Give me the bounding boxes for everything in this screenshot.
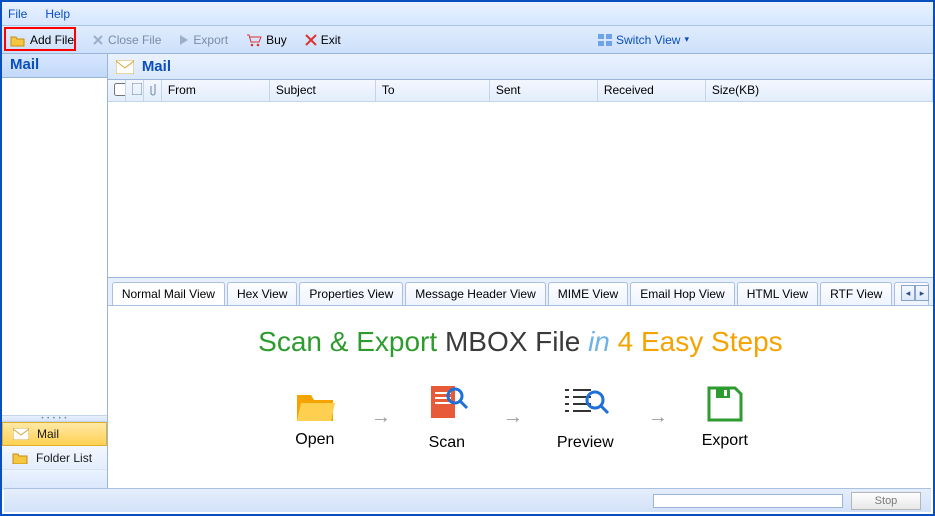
tab-rtf[interactable]: RTF View bbox=[820, 282, 892, 305]
sidebar-title: Mail bbox=[2, 54, 107, 78]
stop-button[interactable]: Stop bbox=[851, 492, 921, 510]
tab-scroll: ◂ ▸ bbox=[901, 285, 929, 301]
tab-normal-mail[interactable]: Normal Mail View bbox=[112, 282, 225, 305]
document-search-icon bbox=[425, 382, 469, 426]
grid-icon bbox=[598, 34, 612, 46]
column-received[interactable]: Received bbox=[598, 80, 706, 101]
column-to[interactable]: To bbox=[376, 80, 490, 101]
folder-open-icon bbox=[293, 385, 337, 423]
progress-bar bbox=[653, 494, 843, 508]
menubar: File Help bbox=[2, 2, 933, 26]
column-checkbox[interactable] bbox=[108, 80, 126, 101]
page-icon bbox=[132, 83, 142, 95]
splitter-handle[interactable]: • • • • • bbox=[2, 415, 107, 422]
list-search-icon bbox=[561, 382, 609, 426]
exit-button[interactable]: Exit bbox=[301, 31, 345, 49]
attachment-icon bbox=[150, 83, 160, 97]
sidebar: Mail • • • • • Mail Folder List bbox=[2, 54, 108, 490]
content: Mail • • • • • Mail Folder List Mail Fro… bbox=[2, 54, 933, 490]
sidebar-tree bbox=[2, 78, 107, 415]
sidebar-item-mail[interactable]: Mail bbox=[2, 422, 107, 446]
column-from[interactable]: From bbox=[162, 80, 270, 101]
column-attachment[interactable] bbox=[144, 80, 162, 101]
tab-mime[interactable]: MIME View bbox=[548, 282, 628, 305]
column-header-row: From Subject To Sent Received Size(KB) bbox=[108, 80, 933, 102]
column-size[interactable]: Size(KB) bbox=[706, 80, 933, 101]
buy-button[interactable]: Buy bbox=[242, 31, 291, 49]
step-preview: Preview bbox=[557, 382, 614, 452]
arrow-icon: → bbox=[648, 406, 668, 429]
menu-help[interactable]: Help bbox=[45, 7, 70, 21]
column-flag[interactable] bbox=[126, 80, 144, 101]
close-file-button[interactable]: Close File bbox=[88, 31, 165, 49]
chevron-down-icon: ▾ bbox=[684, 34, 689, 45]
main-panel: Mail From Subject To Sent Received Size(… bbox=[108, 54, 933, 490]
view-tabs: Normal Mail View Hex View Properties Vie… bbox=[108, 277, 933, 305]
tab-html[interactable]: HTML View bbox=[737, 282, 818, 305]
folder-icon bbox=[12, 451, 28, 464]
column-sent[interactable]: Sent bbox=[490, 80, 598, 101]
status-bar: Stop bbox=[4, 488, 931, 512]
tab-properties[interactable]: Properties View bbox=[299, 282, 403, 305]
mail-icon bbox=[13, 428, 29, 440]
step-open: Open bbox=[293, 385, 337, 449]
mail-list bbox=[108, 102, 933, 277]
promo-panel: Scan & Export MBOX File in 4 Easy Steps … bbox=[108, 305, 933, 490]
toolbar: Add File Close File Export Buy Exit Swit… bbox=[2, 26, 933, 54]
tab-message-header[interactable]: Message Header View bbox=[405, 282, 546, 305]
step-export: Export bbox=[702, 384, 748, 450]
close-icon bbox=[305, 34, 317, 46]
tab-scroll-left[interactable]: ◂ bbox=[901, 285, 915, 301]
switch-view-button[interactable]: Switch View ▾ bbox=[598, 33, 689, 47]
tab-scroll-right[interactable]: ▸ bbox=[915, 285, 929, 301]
menu-file[interactable]: File bbox=[8, 7, 27, 21]
promo-heading: Scan & Export MBOX File in 4 Easy Steps bbox=[258, 326, 782, 358]
save-icon bbox=[705, 384, 745, 424]
main-title: Mail bbox=[108, 54, 933, 80]
mail-icon bbox=[116, 60, 134, 74]
play-icon bbox=[179, 34, 189, 46]
sidebar-item-label: Folder List bbox=[36, 451, 92, 465]
cart-icon bbox=[246, 33, 262, 47]
arrow-icon: → bbox=[371, 406, 391, 429]
column-subject[interactable]: Subject bbox=[270, 80, 376, 101]
tab-hex[interactable]: Hex View bbox=[227, 282, 297, 305]
sidebar-item-label: Mail bbox=[37, 427, 59, 441]
promo-steps: Open → Scan → Preview → Export bbox=[293, 382, 748, 452]
add-file-button[interactable]: Add File bbox=[6, 31, 78, 49]
arrow-icon: → bbox=[503, 406, 523, 429]
sidebar-item-folder-list[interactable]: Folder List bbox=[2, 446, 107, 470]
step-scan: Scan bbox=[425, 382, 469, 452]
sidebar-bottom bbox=[2, 470, 107, 490]
export-button[interactable]: Export bbox=[175, 31, 232, 49]
close-small-icon bbox=[92, 34, 104, 46]
folder-open-icon bbox=[10, 33, 26, 47]
tab-email-hop[interactable]: Email Hop View bbox=[630, 282, 734, 305]
